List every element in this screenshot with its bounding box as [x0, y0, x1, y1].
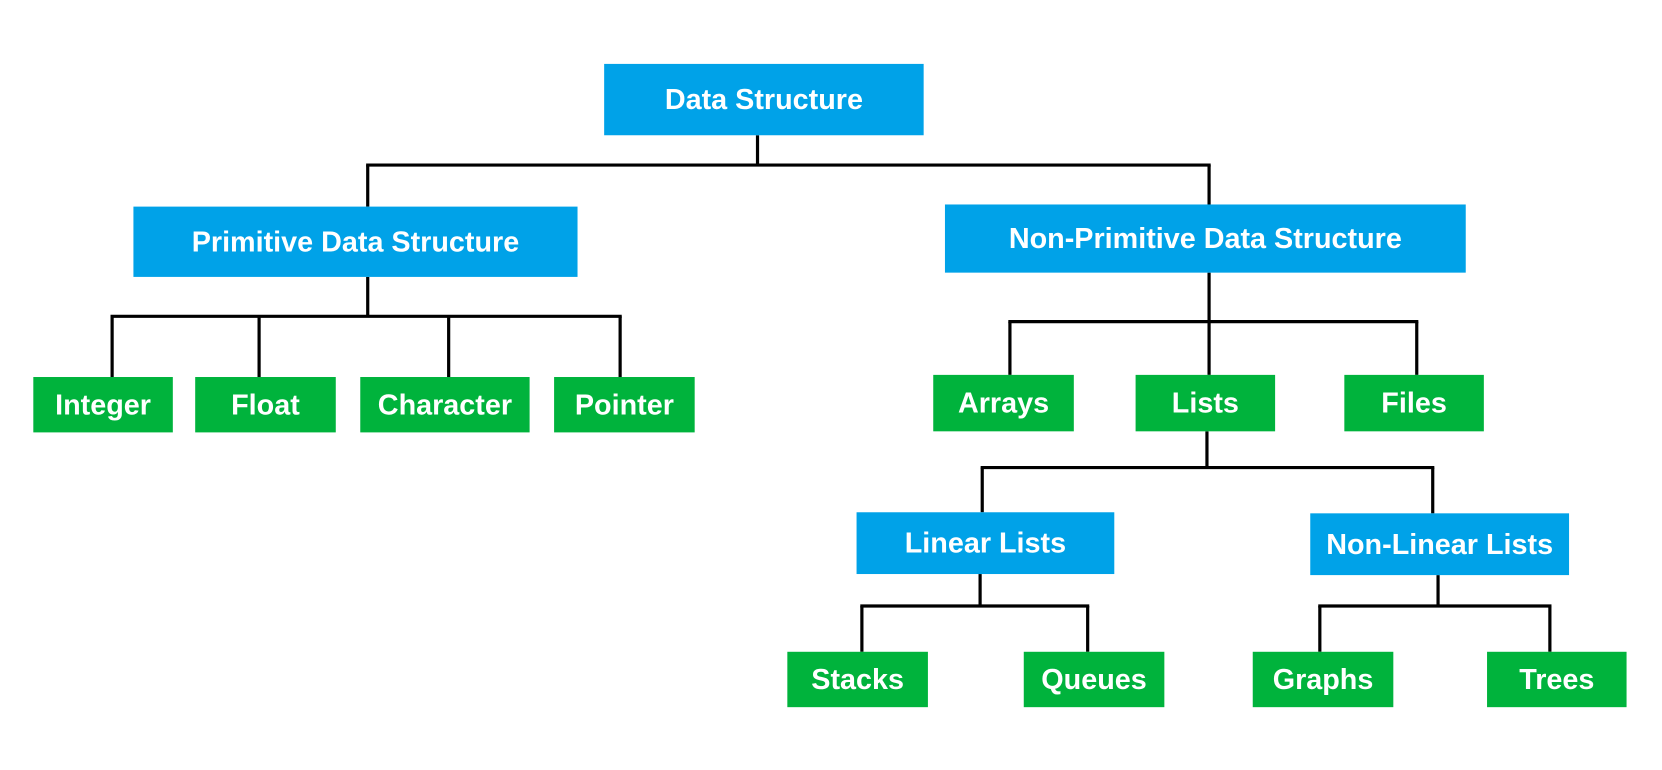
node-trees: Trees: [1487, 651, 1627, 708]
nodes: Data Structure Primitive Data Structure No…: [33, 63, 1627, 708]
node-integer: Integer: [33, 377, 173, 433]
node-queues: Queues: [1023, 651, 1165, 708]
node-label-stacks: Stacks: [811, 664, 904, 696]
node-label-linear: Linear Lists: [905, 528, 1066, 560]
node-label-files: Files: [1381, 388, 1447, 420]
data-structure-tree-diagram: Data Structure Primitive Data Structure No…: [33, 63, 1627, 708]
node-float: Float: [195, 377, 336, 433]
node-label-trees: Trees: [1519, 664, 1594, 696]
node-nonprimitive: Non-Primitive Data Structure: [944, 204, 1466, 273]
node-label-graphs: Graphs: [1273, 664, 1374, 696]
node-label-pointer: Pointer: [575, 389, 674, 421]
node-label-nonprimitive: Non-Primitive Data Structure: [1009, 223, 1402, 255]
node-label-queues: Queues: [1041, 664, 1146, 696]
node-pointer: Pointer: [554, 377, 695, 433]
node-label-character: Character: [378, 389, 512, 421]
node-stacks: Stacks: [787, 651, 928, 708]
node-label-nonlinear: Non-Linear Lists: [1326, 529, 1553, 561]
node-lists: Lists: [1135, 374, 1276, 432]
node-linear: Linear Lists: [856, 512, 1115, 575]
node-nonlinear: Non-Linear Lists: [1310, 513, 1570, 576]
node-files: Files: [1344, 374, 1484, 432]
node-root: Data Structure: [604, 63, 924, 136]
node-label-root: Data Structure: [665, 84, 863, 116]
node-label-primitive: Primitive Data Structure: [192, 226, 520, 258]
node-label-float: Float: [231, 389, 300, 421]
node-graphs: Graphs: [1252, 651, 1394, 708]
node-primitive: Primitive Data Structure: [133, 206, 578, 277]
node-arrays: Arrays: [933, 374, 1074, 432]
node-label-arrays: Arrays: [958, 388, 1049, 420]
node-label-lists: Lists: [1172, 388, 1239, 420]
node-character: Character: [360, 377, 530, 433]
node-label-integer: Integer: [55, 389, 151, 421]
